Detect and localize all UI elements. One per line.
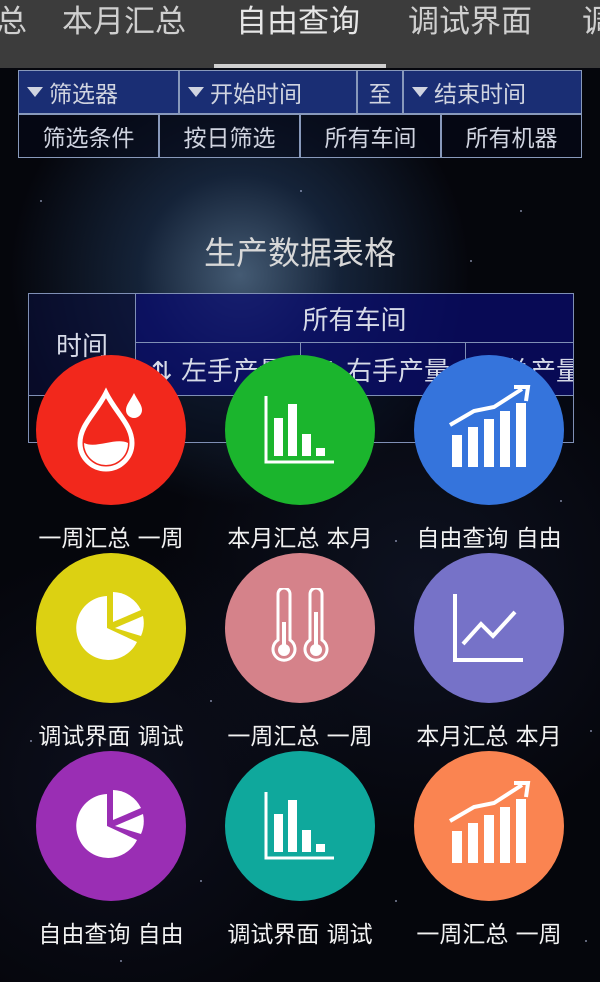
grid-item-free-query[interactable]: 自由查询 自由 [414,355,564,552]
growth-chart-icon[interactable] [414,751,564,901]
grid-item-week-summary[interactable]: 一周汇总 一周 [36,355,186,552]
all-machines-button[interactable]: 所有机器 [441,114,582,158]
tab-free-query[interactable]: 自由查询 [236,0,360,68]
selector-label: 筛选器 [49,82,118,108]
grid-item-label: 一周汇总 一周 [416,922,562,948]
dropdown-arrow-icon [27,87,43,97]
grid-item-label: 本月汇总 本月 [416,724,562,750]
start-time-label: 开始时间 [210,82,302,108]
bar-chart-icon[interactable] [225,355,375,505]
tab-debug[interactable]: 调试界面 [408,0,532,68]
grid-item-free-query-2[interactable]: 自由查询 自由 [36,751,186,948]
all-workshops-button[interactable]: 所有车间 [300,114,441,158]
dropdown-arrow-icon [188,87,204,97]
tab-partial-right[interactable]: 调 [582,0,600,68]
water-drop-icon[interactable] [36,355,186,505]
end-time-label: 结束时间 [434,82,526,108]
pie-chart-icon[interactable] [36,751,186,901]
bar-chart-icon[interactable] [225,751,375,901]
filter-panel: 筛选器 开始时间 至 结束时间 筛选条件 按日筛选 所有车间 所有机器 [18,70,582,158]
selector-dropdown[interactable]: 筛选器 [18,70,179,114]
grid-item-label: 一周汇总 一周 [227,724,373,750]
grid-item-month-summary[interactable]: 本月汇总 本月 [225,355,375,552]
dropdown-arrow-icon [412,87,428,97]
grid-item-week-summary-3[interactable]: 一周汇总 一周 [414,751,564,948]
grid-item-label: 本月汇总 本月 [227,526,373,552]
grid-item-debug[interactable]: 调试界面 调试 [36,553,186,750]
grid-item-week-summary-2[interactable]: 一周汇总 一周 [225,553,375,750]
grid-item-label: 调试界面 调试 [227,922,373,948]
growth-chart-icon[interactable] [414,355,564,505]
tab-month-summary[interactable]: 本月汇总 [62,0,186,68]
tab-partial-left[interactable]: 总 [0,0,27,68]
grid-item-label: 自由查询 自由 [416,526,562,552]
start-time-dropdown[interactable]: 开始时间 [179,70,357,114]
end-time-dropdown[interactable]: 结束时间 [403,70,582,114]
grid-item-label: 一周汇总 一周 [38,526,184,552]
line-chart-icon[interactable] [414,553,564,703]
grid-item-month-summary-2[interactable]: 本月汇总 本月 [414,553,564,750]
filter-condition-button[interactable]: 筛选条件 [18,114,159,158]
by-day-button[interactable]: 按日筛选 [159,114,300,158]
table-title: 生产数据表格 [203,234,396,272]
thermometer-icon[interactable] [225,553,375,703]
grid-item-label: 自由查询 自由 [38,922,184,948]
grid-item-debug-2[interactable]: 调试界面 调试 [225,751,375,948]
tab-bar: 总 本月汇总 自由查询 调试界面 调 [0,0,600,68]
pie-chart-icon[interactable] [36,553,186,703]
grid-item-label: 调试界面 调试 [38,724,184,750]
to-label: 至 [357,70,403,114]
active-tab-indicator [214,64,386,68]
workshop-group-header: 所有车间 [135,293,574,343]
